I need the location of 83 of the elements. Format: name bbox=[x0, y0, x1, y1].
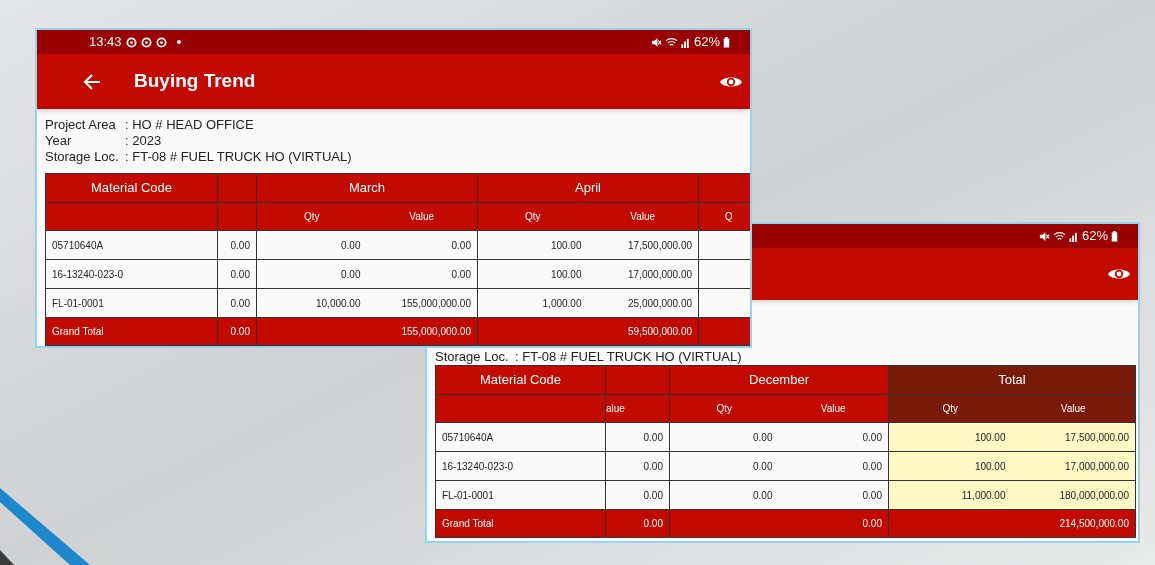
info-label: Year bbox=[45, 133, 73, 149]
table-cell: 17,000,000.00 bbox=[1011, 451, 1136, 481]
table-header-cell bbox=[217, 173, 257, 203]
table-header-cell: Total bbox=[888, 365, 1136, 395]
signal-icon bbox=[1068, 230, 1079, 242]
table-cell: 16-13240-023-0 bbox=[435, 451, 606, 481]
table-cell: 155,000,000.00 bbox=[256, 317, 478, 346]
table-header-cell: alue bbox=[605, 394, 670, 423]
mute-icon bbox=[1038, 230, 1050, 242]
dot-icon bbox=[174, 38, 183, 46]
table-header-cell: Value bbox=[778, 394, 889, 423]
table-cell: 17,500,000.00 bbox=[587, 230, 699, 260]
table-cell: 0.00 bbox=[605, 451, 670, 481]
table-cell: 0.00 bbox=[366, 230, 478, 260]
back-arrow-icon bbox=[83, 73, 101, 90]
mute-icon bbox=[650, 36, 662, 48]
table-header-cell: April bbox=[477, 173, 699, 203]
table-header-cell: Qty bbox=[669, 394, 779, 423]
table-cell: 0.00 bbox=[669, 480, 779, 510]
table-cell: FL-01-0001 bbox=[45, 288, 218, 318]
notification-icon bbox=[155, 36, 167, 48]
grand-total-label: Grand Total bbox=[435, 509, 606, 538]
table-header-cell: March bbox=[256, 173, 478, 203]
table-cell: 11,000.00 bbox=[888, 480, 1012, 510]
notification-icon bbox=[125, 36, 137, 48]
grand-total-label: Grand Total bbox=[45, 317, 218, 346]
table-cell: FL-01-0001 bbox=[435, 480, 606, 510]
table-cell: 0.00 bbox=[605, 422, 670, 452]
table-cell: 0.00 bbox=[669, 451, 779, 481]
wifi-icon bbox=[1052, 230, 1066, 242]
info-value: : 2023 bbox=[125, 133, 163, 149]
table-cell: 0.00 bbox=[256, 230, 367, 260]
info-value: : HO # HEAD OFFICE bbox=[125, 117, 255, 133]
table-header-cell: Value bbox=[587, 202, 699, 231]
table-cell: 0.00 bbox=[669, 509, 889, 538]
signal-icon bbox=[680, 36, 691, 48]
battery-percentage: 62% bbox=[693, 33, 720, 52]
info-label: Storage Loc. bbox=[435, 349, 510, 365]
table-cell: 155,000,000.00 bbox=[366, 288, 478, 318]
info-value: : FT-08 # FUEL TRUCK HO (VIRTUAL) bbox=[515, 349, 743, 365]
table-cell: 180,000,000.00 bbox=[1011, 480, 1136, 510]
notification-icon bbox=[140, 36, 152, 48]
table-header-cell: Qty bbox=[477, 202, 588, 231]
table-cell: 25,000,000.00 bbox=[587, 288, 699, 318]
table-cell: 100.00 bbox=[888, 451, 1012, 481]
table-header-cell: December bbox=[669, 365, 889, 395]
table-header-cell: Qty bbox=[888, 394, 1012, 423]
table-cell: 05710640A bbox=[45, 230, 218, 260]
battery-percentage: 62% bbox=[1081, 227, 1108, 246]
table-cell: 0.00 bbox=[669, 422, 779, 452]
table-cell: 0.00 bbox=[778, 422, 889, 452]
info-label: Project Area bbox=[45, 117, 117, 133]
table-cell: 0.00 bbox=[778, 451, 889, 481]
table-cell: 10,000.00 bbox=[256, 288, 367, 318]
table-header-cell: Material Code bbox=[45, 173, 218, 203]
table-cell: 214,500,000.00 bbox=[888, 509, 1136, 538]
table-cell: 17,000,000.00 bbox=[587, 259, 699, 289]
table-cell: 59,500,000.00 bbox=[477, 317, 699, 346]
table-header-cell bbox=[605, 365, 670, 395]
info-label: Storage Loc. bbox=[45, 149, 120, 165]
table-cell: 100.00 bbox=[888, 422, 1012, 452]
battery-icon bbox=[723, 36, 730, 48]
table-cell: 16-13240-023-0 bbox=[45, 259, 218, 289]
table-cell: 100.00 bbox=[477, 259, 588, 289]
info-value: : FT-08 # FUEL TRUCK HO (VIRTUAL) bbox=[125, 149, 353, 165]
screen-title: Buying Trend bbox=[134, 69, 256, 94]
table-cell: 0.00 bbox=[366, 259, 478, 289]
table-header-cell: Qty bbox=[256, 202, 367, 231]
table-cell: 0.00 bbox=[605, 480, 670, 510]
table-cell: 0.00 bbox=[605, 509, 670, 538]
table-cell: 0.00 bbox=[778, 480, 889, 510]
table-cell: 100.00 bbox=[477, 230, 588, 260]
wifi-icon bbox=[664, 36, 678, 48]
table-cell: 05710640A bbox=[435, 422, 606, 452]
table-cell: 1,000.00 bbox=[477, 288, 588, 318]
table-header-cell: Value bbox=[1011, 394, 1136, 423]
table-cell: 17,500,000.00 bbox=[1011, 422, 1136, 452]
table-cell: 0.00 bbox=[256, 259, 367, 289]
table-header-cell: Value bbox=[366, 202, 478, 231]
battery-icon bbox=[1111, 230, 1118, 242]
status-time: 13:43 bbox=[89, 33, 122, 52]
table-header-cell: Material Code bbox=[435, 365, 606, 395]
table-header-cell bbox=[698, 173, 750, 203]
